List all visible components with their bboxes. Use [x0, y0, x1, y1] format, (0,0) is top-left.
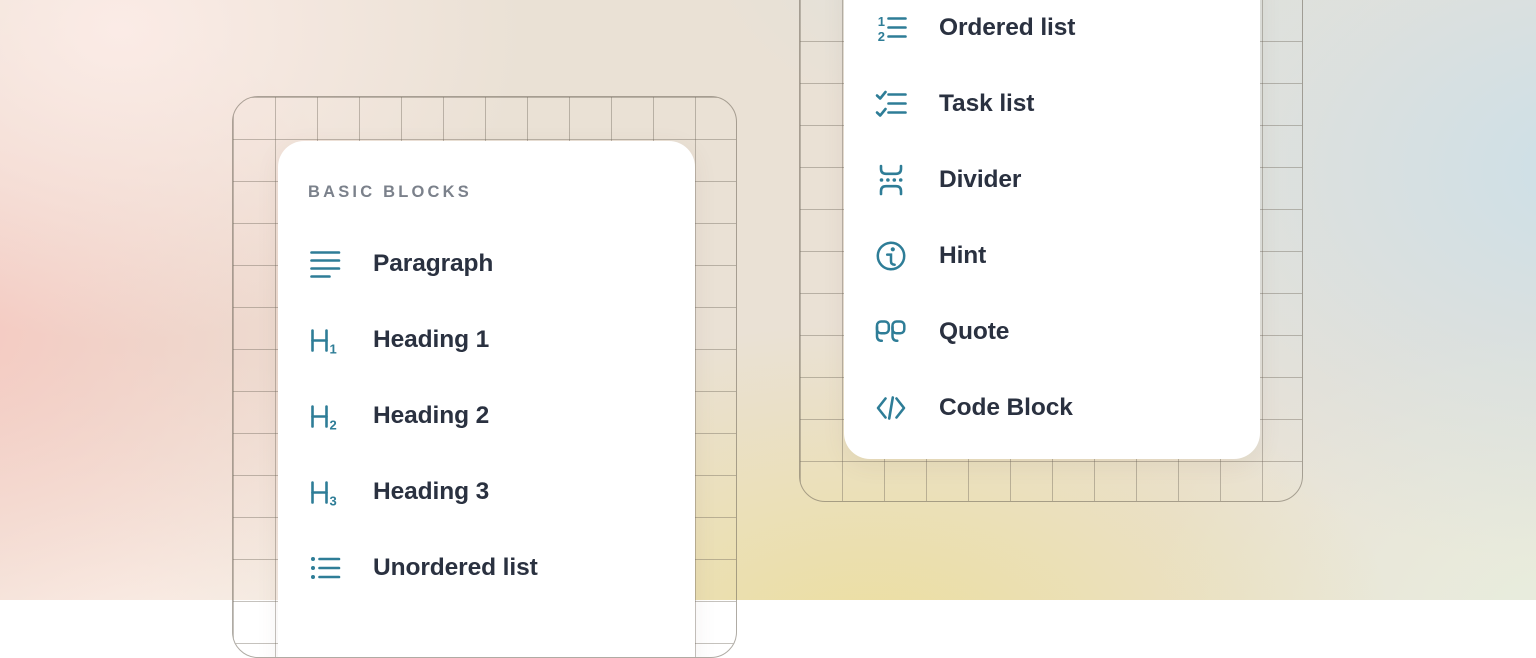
- code-block-icon: [874, 391, 908, 425]
- basic-blocks-menu-card: BASIC BLOCKS Paragraph Heading 1 Heading…: [278, 141, 695, 658]
- menu-item-quote[interactable]: Quote: [874, 294, 1230, 370]
- menu-item-label: Paragraph: [373, 250, 493, 278]
- heading-3-icon: [308, 475, 342, 509]
- menu-item-label: Divider: [939, 166, 1021, 194]
- unordered-list-icon: [308, 551, 342, 585]
- blocks-menu-card-right: Ordered list Task list Divider Hint Quot…: [844, 0, 1260, 459]
- menu-item-label: Quote: [939, 318, 1009, 346]
- quote-icon: [874, 315, 908, 349]
- menu-item-heading-2[interactable]: Heading 2: [308, 378, 665, 454]
- menu-item-hint[interactable]: Hint: [874, 218, 1230, 294]
- menu-item-label: Hint: [939, 242, 986, 270]
- menu-item-code-block[interactable]: Code Block: [874, 370, 1230, 446]
- paragraph-icon: [308, 247, 342, 281]
- heading-2-icon: [308, 399, 342, 433]
- menu-item-label: Ordered list: [939, 14, 1075, 42]
- menu-item-unordered-list[interactable]: Unordered list: [308, 530, 665, 606]
- divider-icon: [874, 163, 908, 197]
- decorative-grid-panel-right: Ordered list Task list Divider Hint Quot…: [799, 0, 1303, 502]
- section-label-basic-blocks: BASIC BLOCKS: [308, 182, 665, 203]
- menu-item-label: Heading 3: [373, 478, 489, 506]
- menu-item-label: Heading 2: [373, 402, 489, 430]
- menu-item-ordered-list[interactable]: Ordered list: [874, 0, 1230, 66]
- heading-1-icon: [308, 323, 342, 357]
- ordered-list-icon: [874, 11, 908, 45]
- basic-blocks-menu-list: Paragraph Heading 1 Heading 2 Heading 3 …: [278, 226, 695, 606]
- blocks-menu-list-right: Ordered list Task list Divider Hint Quot…: [844, 0, 1260, 446]
- menu-item-label: Heading 1: [373, 326, 489, 354]
- task-list-icon: [874, 87, 908, 121]
- background-gradient: [0, 0, 1536, 600]
- menu-item-heading-1[interactable]: Heading 1: [308, 302, 665, 378]
- menu-item-paragraph[interactable]: Paragraph: [308, 226, 665, 302]
- menu-item-label: Unordered list: [373, 554, 538, 582]
- menu-item-label: Task list: [939, 90, 1034, 118]
- menu-item-label: Code Block: [939, 394, 1073, 422]
- menu-item-heading-3[interactable]: Heading 3: [308, 454, 665, 530]
- menu-item-task-list[interactable]: Task list: [874, 66, 1230, 142]
- menu-item-divider[interactable]: Divider: [874, 142, 1230, 218]
- hint-icon: [874, 239, 908, 273]
- decorative-grid-panel-left: BASIC BLOCKS Paragraph Heading 1 Heading…: [232, 96, 737, 658]
